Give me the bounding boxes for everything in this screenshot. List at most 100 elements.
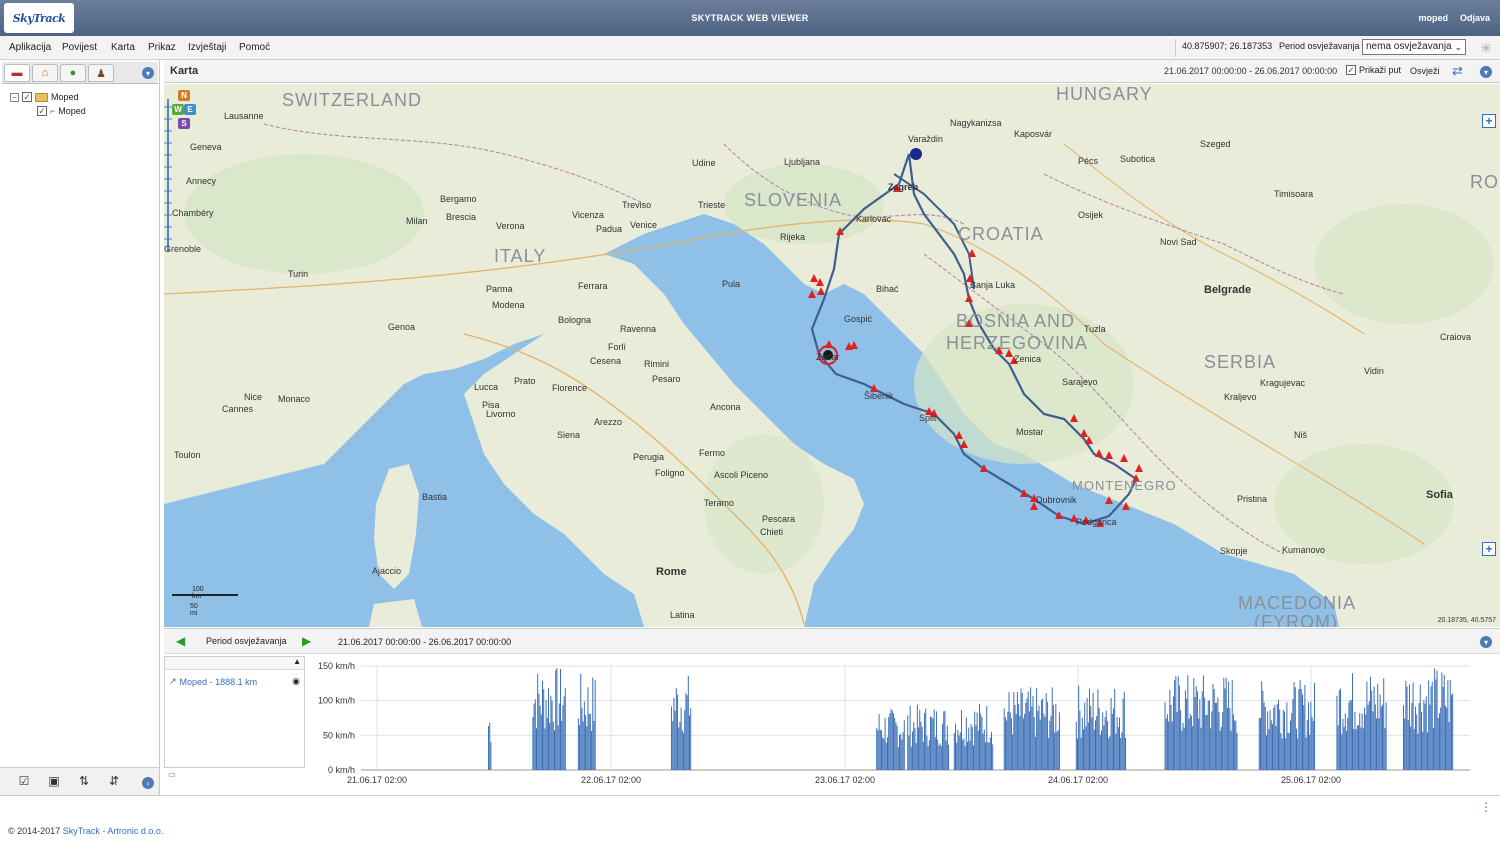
tab-drivers[interactable]: ♟ bbox=[88, 64, 114, 82]
tab-places[interactable]: ⌂ bbox=[32, 64, 58, 82]
left-panel-tabs: ▬ ⌂ ● ♟ ▾ bbox=[2, 62, 158, 84]
group-checkbox[interactable]: ✓ bbox=[22, 92, 32, 102]
collapse-icon[interactable]: ▾ bbox=[142, 67, 154, 79]
previous-arrow-icon[interactable]: ◀ bbox=[176, 634, 185, 648]
chart-header: ◀ Period osvježavanja ▶ 21.06.2017 00:00… bbox=[164, 628, 1500, 654]
settings-icon[interactable]: ✳ bbox=[1480, 40, 1492, 57]
city-label: Rome bbox=[656, 566, 687, 578]
more-icon[interactable]: ⋮ bbox=[1480, 800, 1492, 814]
zoom-slider[interactable] bbox=[164, 84, 172, 274]
refresh-icon[interactable]: ⇄ bbox=[1452, 63, 1463, 79]
x-tick-label: 23.06.17 02:00 bbox=[815, 775, 875, 785]
map-view[interactable]: SWITZERLAND HUNGARY SLOVENIA CROATIA ITA… bbox=[164, 84, 1500, 627]
menu-item-izvjestaji[interactable]: Izvještaji bbox=[188, 42, 226, 53]
cursor-coordinates: 40.875907; 26.187353 bbox=[1182, 41, 1273, 51]
city-label: Monaco bbox=[278, 394, 311, 404]
expand-icon[interactable]: › bbox=[142, 777, 154, 789]
show-path-toggle[interactable]: ✓ Prikaži put bbox=[1346, 65, 1401, 75]
import-icon[interactable]: ⇵ bbox=[107, 775, 121, 788]
company-link[interactable]: SkyTrack - Artronic d.o.o. bbox=[63, 826, 164, 836]
tree-collapse-icon[interactable]: − bbox=[10, 92, 19, 102]
city-label: Ferrara bbox=[578, 281, 608, 291]
logout-link[interactable]: Odjava bbox=[1460, 13, 1490, 23]
city-label: Ascoli Piceno bbox=[714, 470, 769, 480]
y-tick-label: 50 km/h bbox=[323, 730, 355, 740]
zoom-in-button[interactable]: + bbox=[1482, 114, 1496, 128]
line-chart-icon: ↗ bbox=[169, 676, 177, 686]
city-label: Toulon bbox=[174, 450, 201, 460]
chart-legend: ▲ ↗ Moped - 1888.1 km ◉ bbox=[164, 656, 305, 768]
scale-bar bbox=[172, 594, 238, 596]
map-collapse-icon[interactable]: ▾ bbox=[1480, 66, 1492, 78]
city-label: Parma bbox=[486, 284, 513, 294]
refresh-button[interactable]: Osvježi bbox=[1410, 66, 1440, 76]
city-label: Pescara bbox=[762, 514, 796, 524]
city-label: Craiova bbox=[1440, 332, 1472, 342]
city-label: Zenica bbox=[1014, 354, 1042, 364]
tab-zones[interactable]: ● bbox=[60, 64, 86, 82]
city-label: Bihać bbox=[876, 284, 899, 294]
city-label: Cannes bbox=[222, 404, 254, 414]
tree-group-row[interactable]: − ✓ Moped bbox=[10, 92, 79, 102]
city-label: Turin bbox=[288, 269, 309, 279]
vehicle-checkbox[interactable]: ✓ bbox=[37, 106, 47, 116]
group-label: Moped bbox=[51, 92, 79, 102]
city-label: Zadar bbox=[816, 352, 840, 362]
tree-vehicle-row[interactable]: ✓ ⌐ Moped bbox=[37, 106, 86, 116]
show-path-checkbox[interactable]: ✓ bbox=[1346, 65, 1356, 75]
folder-icon bbox=[35, 92, 48, 102]
city-label: Chambéry bbox=[172, 208, 214, 218]
left-panel: ▬ ⌂ ● ♟ ▾ − ✓ Moped ✓ ⌐ Moped ☑ ▣ ⇅ ⇵ › bbox=[0, 60, 160, 795]
country-label: HERZEGOVINA bbox=[946, 333, 1089, 353]
copyright: © 2014-2017 SkyTrack - Artronic d.o.o. bbox=[8, 826, 164, 836]
city-label: Ravenna bbox=[620, 324, 657, 334]
scroll-up-icon[interactable]: ▲ bbox=[293, 657, 301, 666]
city-label: Zagreb bbox=[888, 182, 919, 192]
menu-item-aplikacija[interactable]: Aplikacija bbox=[9, 42, 51, 53]
menu-item-povijest[interactable]: Povijest bbox=[62, 42, 97, 53]
x-tick-label: 21.06.17 02:00 bbox=[347, 775, 407, 785]
chart-date-range: 21.06.2017 00:00:00 - 26.06.2017 00:00:0… bbox=[338, 637, 512, 647]
country-label: HUNGARY bbox=[1056, 84, 1153, 104]
tab-vehicles[interactable]: ▬ bbox=[4, 64, 30, 82]
menu-item-pomoc[interactable]: Pomoć bbox=[239, 42, 270, 53]
legend-entry-label: Moped - 1888.1 km bbox=[179, 676, 258, 687]
y-tick-label: 150 km/h bbox=[318, 661, 355, 671]
city-label: Geneva bbox=[190, 142, 222, 152]
y-tick-label: 100 km/h bbox=[318, 696, 355, 706]
nav-badge-w[interactable]: W bbox=[172, 104, 184, 115]
scale-km-label: 100 km bbox=[192, 586, 204, 600]
next-arrow-icon[interactable]: ▶ bbox=[302, 634, 311, 648]
nav-badge-n[interactable]: N bbox=[178, 90, 190, 101]
legend-entry[interactable]: ↗ Moped - 1888.1 km bbox=[169, 676, 257, 687]
app-title: SKYTRACK WEB VIEWER bbox=[691, 13, 809, 23]
export-icon[interactable]: ▣ bbox=[47, 775, 61, 788]
menu-bar: Aplikacija Povijest Karta Prikaz Izvješt… bbox=[0, 36, 1500, 60]
city-label: Gospić bbox=[844, 314, 873, 324]
country-label: BOSNIA AND bbox=[956, 311, 1076, 331]
nav-badge-s[interactable]: S bbox=[178, 118, 190, 129]
city-label: Vidin bbox=[1364, 366, 1384, 376]
chart-period-label: Period osvježavanja bbox=[206, 636, 287, 646]
globe-icon: ● bbox=[69, 67, 77, 79]
zoom-in-button-bottom[interactable]: + bbox=[1482, 542, 1496, 556]
check-all-icon[interactable]: ☑ bbox=[17, 775, 31, 788]
nav-badge-e[interactable]: E bbox=[184, 104, 196, 115]
chevron-down-icon: ⌄ bbox=[1454, 42, 1462, 52]
footer: © 2014-2017 SkyTrack - Artronic d.o.o. ⋮ bbox=[0, 795, 1500, 842]
city-label: Trieste bbox=[698, 200, 726, 210]
menu-item-prikaz[interactable]: Prikaz bbox=[148, 42, 176, 53]
city-label: Šibenik bbox=[864, 391, 894, 401]
city-label: Dubrovnik bbox=[1036, 495, 1077, 505]
sync-icon[interactable]: ⇅ bbox=[77, 775, 91, 788]
chart-collapse-icon[interactable]: ▾ bbox=[1480, 636, 1492, 648]
city-label: Milan bbox=[406, 216, 428, 226]
city-label: Pesaro bbox=[652, 374, 681, 384]
city-label: Timisoara bbox=[1274, 189, 1314, 199]
refresh-period-select[interactable]: nema osvježavanja ⌄ bbox=[1362, 39, 1466, 55]
menu-item-karta[interactable]: Karta bbox=[111, 42, 135, 53]
country-label: CROATIA bbox=[958, 224, 1044, 244]
legend-settings-icon[interactable]: ▭ bbox=[168, 770, 176, 779]
refresh-period-label: Period osvježavanja bbox=[1279, 41, 1360, 51]
eye-icon[interactable]: ◉ bbox=[292, 676, 300, 687]
